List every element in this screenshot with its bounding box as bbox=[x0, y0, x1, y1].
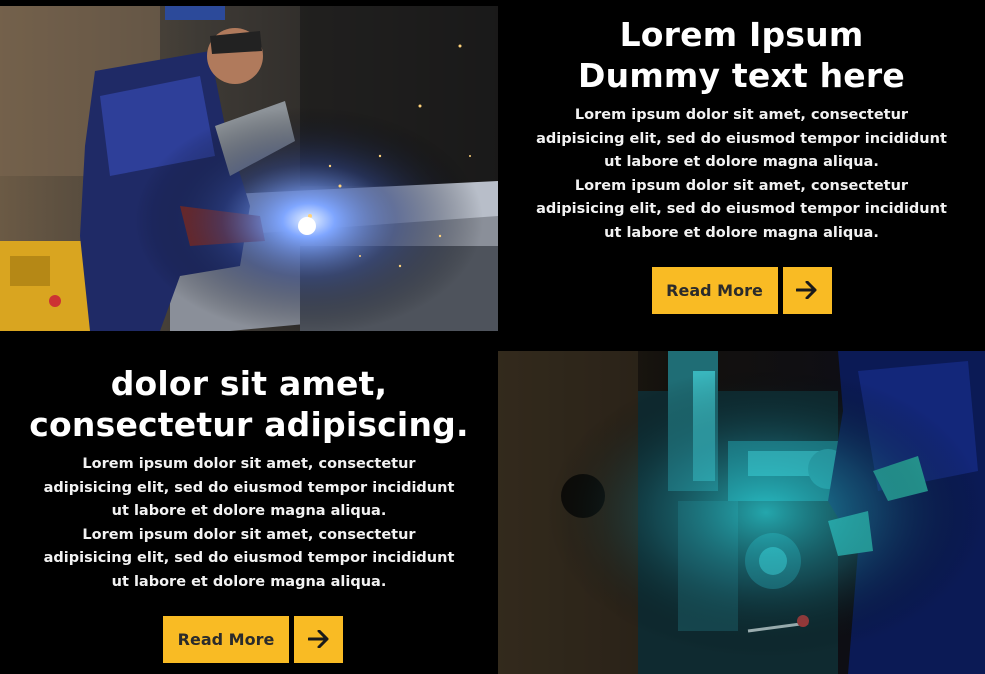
next-arrow-button[interactable] bbox=[782, 266, 832, 314]
feature-top-text-line: ut labore et dolore magna aliqua. bbox=[604, 224, 879, 241]
lathe-machine-photo bbox=[498, 351, 985, 674]
feature-top-text-line: Lorem ipsum dolor sit amet, consectetur bbox=[574, 177, 909, 194]
feature-top-text-line: Lorem ipsum dolor sit amet, consectetur bbox=[574, 107, 909, 123]
feature-bottom-text-line: Lorem ipsum dolor sit amet, consectetur bbox=[82, 456, 416, 472]
feature-top-panel: Lorem Ipsum Dummy text here Lorem ipsum … bbox=[498, 0, 985, 351]
feature-bottom-panel: dolor sit amet, consectetur adipiscing. … bbox=[0, 331, 498, 674]
feature-top-title-line2: Dummy text here bbox=[578, 56, 905, 95]
feature-top-title: Lorem Ipsum Dummy text here bbox=[498, 14, 985, 96]
welder-photo bbox=[0, 6, 498, 331]
feature-top-text-line: ut labore et dolore magna aliqua. bbox=[604, 154, 879, 171]
feature-top-text-line: adipisicing elit, sed do eiusmod tempor … bbox=[536, 201, 947, 218]
feature-bottom-title-line1: dolor sit amet, bbox=[110, 364, 388, 403]
feature-bottom-description: Lorem ipsum dolor sit amet, consectetur … bbox=[0, 453, 498, 595]
feature-bottom-text-line: adipisicing elit, sed do eiusmod tempor … bbox=[43, 550, 455, 567]
feature-top-text-line: adipisicing elit, sed do eiusmod tempor … bbox=[536, 130, 947, 147]
read-more-button[interactable]: Read More bbox=[163, 615, 289, 663]
feature-bottom-text-line: ut labore et dolore magna aliqua. bbox=[111, 573, 387, 590]
feature-bottom-text-line: adipisicing elit, sed do eiusmod tempor … bbox=[43, 479, 455, 496]
next-arrow-button[interactable] bbox=[294, 615, 343, 663]
read-more-button[interactable]: Read More bbox=[651, 266, 778, 314]
arrow-right-icon bbox=[307, 630, 328, 649]
feature-bottom-text-line: Lorem ipsum dolor sit amet, consectetur bbox=[82, 526, 416, 543]
feature-bottom-actions: Read More bbox=[8, 615, 498, 663]
arrow-right-icon bbox=[796, 281, 817, 300]
feature-bottom-text-line: ut labore et dolore magna aliqua. bbox=[111, 503, 387, 520]
feature-top-actions: Read More bbox=[498, 266, 985, 314]
feature-bottom-title-line2: consectetur adipiscing. bbox=[29, 405, 469, 444]
feature-bottom-title: dolor sit amet, consectetur adipiscing. bbox=[0, 363, 498, 445]
feature-top-title-line1: Lorem Ipsum bbox=[619, 15, 864, 54]
feature-top-description: Lorem ipsum dolor sit amet, consectetur … bbox=[498, 104, 985, 246]
